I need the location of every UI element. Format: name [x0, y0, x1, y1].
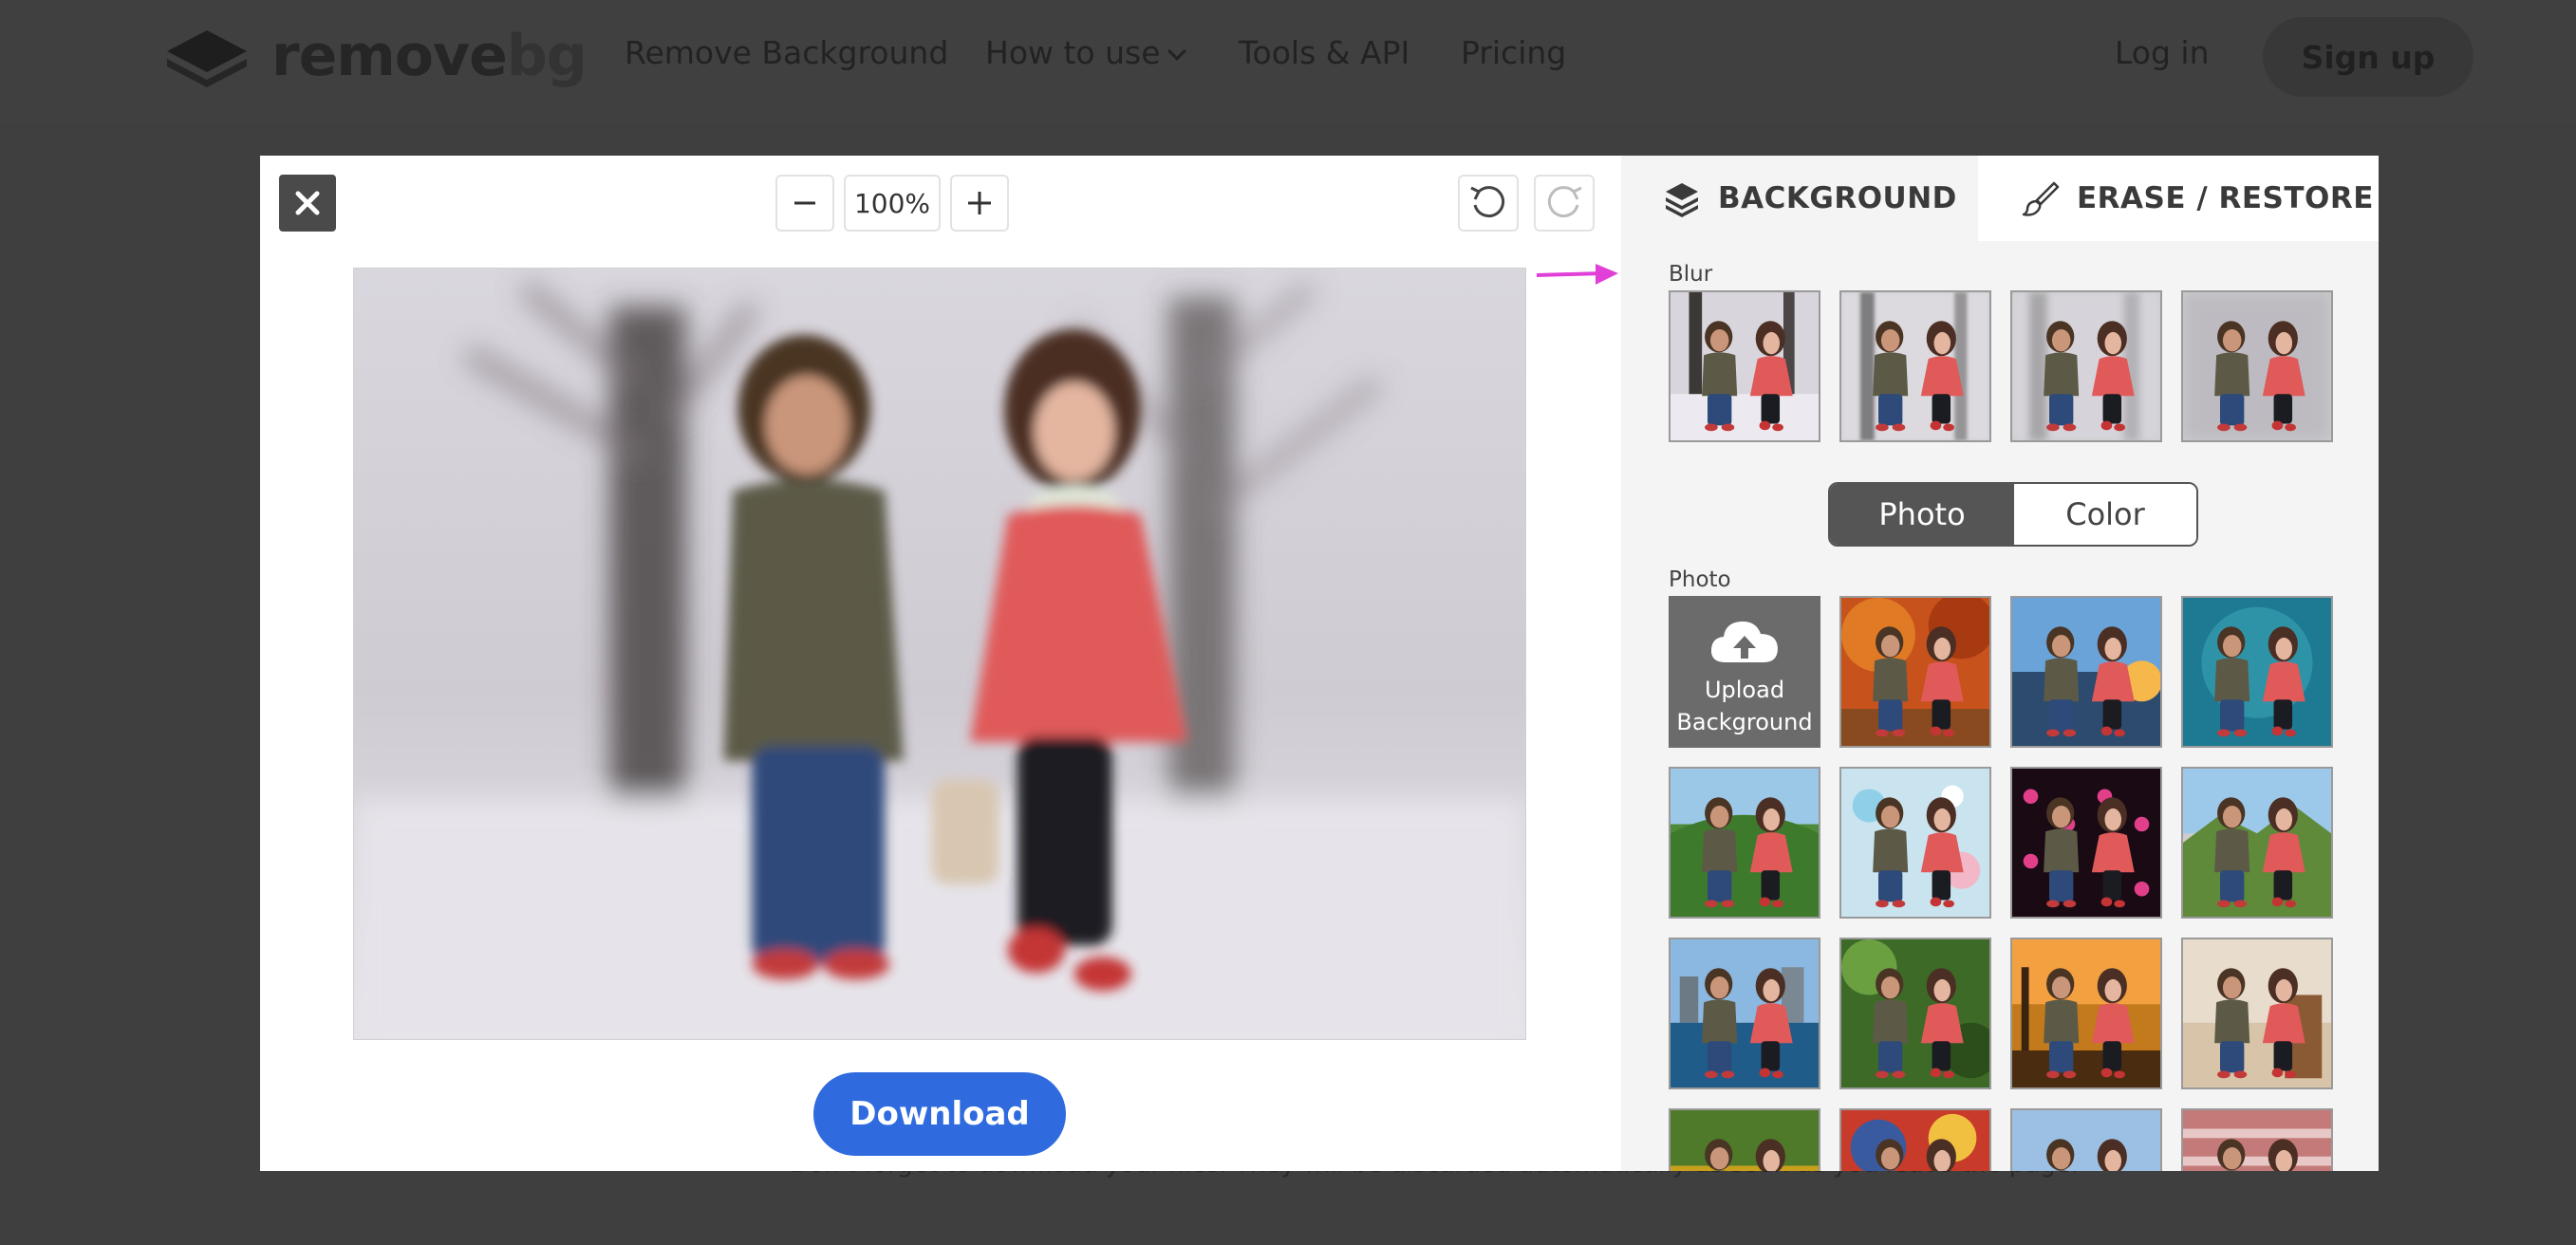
blur-section-label: Blur	[1669, 262, 1713, 287]
photo-background-14[interactable]	[2181, 1108, 2333, 1171]
close-button[interactable]	[279, 175, 336, 232]
undo-button[interactable]	[1458, 175, 1519, 232]
photo-background-10[interactable]	[2181, 938, 2333, 1089]
photo-background-8[interactable]	[1839, 938, 1991, 1089]
chevron-down-icon	[1167, 42, 1186, 61]
nav-how-to-use-label: How to use	[985, 34, 1161, 71]
toggle-color-button[interactable]: Color	[2014, 484, 2196, 545]
photo-background-4[interactable]	[1839, 767, 1991, 919]
photo-background-6[interactable]	[2181, 767, 2333, 919]
upload-background-button[interactable]: Upload Background	[1669, 596, 1820, 748]
preview-photo	[354, 269, 1525, 1039]
blur-option-2[interactable]	[2010, 290, 2162, 442]
tab-erase-restore-label: ERASE / RESTORE	[2077, 181, 2374, 215]
nav-tools-api[interactable]: Tools & API	[1239, 34, 1409, 71]
tab-background-label: BACKGROUND	[1718, 181, 1957, 215]
photo-background-1[interactable]	[2010, 596, 2162, 748]
nav-pricing[interactable]: Pricing	[1461, 34, 1566, 71]
download-button[interactable]: Download	[813, 1072, 1066, 1156]
zoom-out-button[interactable]	[775, 175, 834, 232]
upload-background-label: Upload Background	[1676, 677, 1813, 735]
brush-icon	[2022, 179, 2060, 217]
photo-background-3[interactable]	[1669, 767, 1820, 919]
logo-wordmark: removebg	[271, 23, 588, 89]
photo-section-label: Photo	[1669, 567, 1731, 592]
background-panel: BACKGROUND ERASE / RESTORE Blur Photo Co…	[1621, 156, 2379, 1171]
tab-erase-restore[interactable]: ERASE / RESTORE	[1978, 156, 2379, 241]
redo-button[interactable]	[1534, 175, 1595, 232]
photo-background-12[interactable]	[1839, 1108, 1991, 1171]
nav-how-to-use[interactable]: How to use	[985, 34, 1186, 71]
cloud-upload-icon	[1710, 621, 1778, 662]
close-icon	[295, 191, 320, 215]
zoom-level: 100%	[844, 175, 941, 232]
toggle-photo-button[interactable]: Photo	[1830, 484, 2014, 545]
image-preview[interactable]	[353, 268, 1526, 1040]
photo-background-5[interactable]	[2010, 767, 2162, 919]
signup-button[interactable]: Sign up	[2263, 17, 2473, 97]
nav-remove-background[interactable]: Remove Background	[625, 34, 948, 71]
undo-icon	[1470, 186, 1505, 218]
photo-background-2[interactable]	[2181, 596, 2333, 748]
login-link[interactable]: Log in	[2115, 34, 2210, 71]
photo-background-0[interactable]	[1839, 596, 1991, 748]
redo-icon	[1547, 186, 1582, 218]
annotation-arrow	[1537, 264, 1618, 285]
blur-option-0[interactable]	[1669, 290, 1820, 442]
tab-background[interactable]: BACKGROUND	[1621, 156, 1978, 241]
photo-background-11[interactable]	[1669, 1108, 1820, 1171]
photo-background-7[interactable]	[1669, 938, 1820, 1089]
blur-option-1[interactable]	[1839, 290, 1991, 442]
removebg-logo[interactable]: removebg	[163, 23, 588, 89]
photo-color-toggle: Photo Color	[1828, 482, 2198, 547]
photo-background-13[interactable]	[2010, 1108, 2162, 1171]
layers-logo-icon	[167, 30, 247, 87]
layers-icon	[1663, 179, 1701, 217]
plus-icon	[968, 192, 991, 214]
minus-icon	[794, 201, 815, 205]
zoom-in-button[interactable]	[950, 175, 1009, 232]
blur-option-3[interactable]	[2181, 290, 2333, 442]
photo-background-9[interactable]	[2010, 938, 2162, 1089]
editor-modal: 100% Download BACKGROUND ERASE / RESTORE…	[260, 156, 2379, 1171]
site-header: removebg Remove Background How to use To…	[0, 0, 2576, 123]
